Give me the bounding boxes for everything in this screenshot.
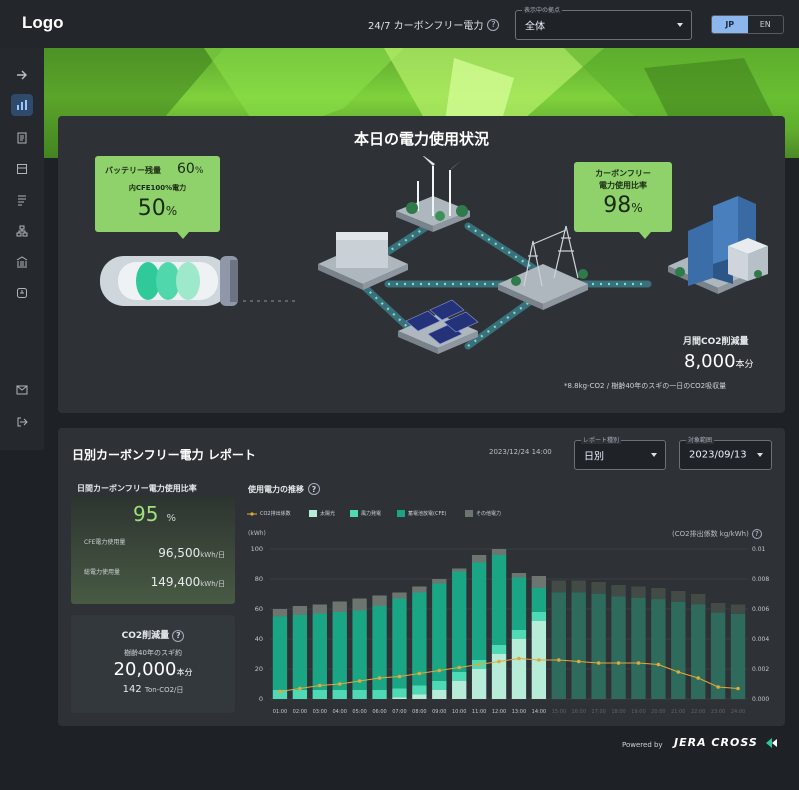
logo[interactable]: Logo: [22, 13, 64, 33]
date-range-select[interactable]: 対象範囲 2023/09/13: [679, 440, 772, 470]
daily-report-panel: 日別カーボンフリー電力 レポート 2023/12/24 14:00 レポート種別…: [58, 428, 785, 726]
powered-by: Powered by: [622, 741, 663, 749]
cfe-link-label: 24/7 カーボンフリー電力: [368, 17, 483, 32]
right-axis-label: (CO2排出係数 kg/kWh): [672, 529, 749, 539]
logout-icon[interactable]: [11, 411, 33, 433]
report-timestamp: 2023/12/24 14:00: [489, 448, 552, 456]
monthly-co2-note: *8.8kg-CO2 / 樹齢40年のスギの一日のCO2吸収量: [564, 381, 726, 391]
lang-jp-button[interactable]: JP: [712, 16, 748, 33]
help-icon[interactable]: ?: [172, 630, 184, 642]
document-icon[interactable]: [11, 127, 33, 149]
total-usage-value: 149,400kWh/日: [151, 575, 225, 589]
date-range-legend: 対象範囲: [686, 435, 714, 444]
arrow-right-icon[interactable]: [11, 64, 33, 86]
help-icon[interactable]: ?: [308, 483, 320, 495]
chart-heading: 使用電力の推移 ?: [248, 483, 320, 495]
list-icon[interactable]: [11, 189, 33, 211]
bar-chart-icon[interactable]: [11, 94, 33, 116]
cfe-usage-label: CFE電力使用量: [84, 537, 125, 546]
viewpoint-legend: 表示中の拠点: [522, 5, 562, 14]
cfe-usage-value: 96,500kWh/日: [158, 546, 225, 560]
daily-ratio-card: 95% CFE電力使用量 96,500kWh/日 総電力使用量 149,400k…: [71, 496, 235, 604]
status-title: 本日の電力使用状況: [58, 128, 785, 149]
legend-co2: CO2排出係数: [247, 510, 291, 517]
chevron-down-icon: [651, 453, 657, 457]
chevron-down-icon: [677, 23, 683, 27]
report-type-value: 日別: [584, 448, 604, 463]
co2-label: CO2削減量: [122, 631, 170, 641]
sidebar: [0, 48, 44, 450]
chevron-down-icon: [757, 453, 763, 457]
co2-tons: 142 Ton-CO2/日: [71, 684, 235, 695]
report-type-legend: レポート種別: [581, 435, 621, 444]
co2-reduction-card: CO2削減量 ? 樹齢40年のスギ約 20,000本分 142 Ton-CO2/…: [71, 615, 235, 713]
monthly-co2-value: 8,000本分: [684, 351, 754, 372]
legend-solar: 太陽光: [309, 510, 335, 517]
mail-icon[interactable]: [11, 379, 33, 401]
legend-wind: 風力発電: [350, 510, 381, 517]
report-icon[interactable]: [11, 158, 33, 180]
viewpoint-select[interactable]: 表示中の拠点 全体: [515, 10, 692, 40]
daily-ratio-label: 日間カーボンフリー電力使用比率: [77, 483, 197, 494]
cfe-info-link[interactable]: 24/7 カーボンフリー電力 ?: [368, 17, 499, 32]
co2-sub: 樹齢40年のスギ約: [71, 648, 235, 658]
energy-flow-illustration: [88, 156, 768, 376]
legend-other: その他電力: [465, 510, 501, 517]
language-toggle: JP EN: [711, 15, 784, 34]
right-axis-label-row: (CO2排出係数 kg/kWh)?: [672, 529, 762, 539]
top-bar: Logo 24/7 カーボンフリー電力 ? 表示中の拠点 全体 JP EN: [0, 0, 799, 48]
total-usage-label: 総電力使用量: [84, 567, 120, 576]
building-icon[interactable]: [11, 251, 33, 273]
legend-storage: 蓄電池放電(CFE): [397, 510, 446, 517]
plug-icon[interactable]: [11, 282, 33, 304]
report-title: 日別カーボンフリー電力 レポート: [72, 446, 256, 463]
chart-heading-text: 使用電力の推移: [248, 484, 304, 495]
battery-illustration: [100, 256, 238, 306]
power-status-panel: 本日の電力使用状況 バッテリー残量 60% 内CFE100%電力 50% カーボ…: [58, 116, 785, 413]
monthly-co2-label: 月間CO2削減量: [683, 334, 749, 347]
date-range-value: 2023/09/13: [689, 450, 747, 461]
co2-value: 20,000本分: [71, 659, 235, 680]
daily-ratio-value: 95%: [133, 502, 176, 526]
left-axis-label: (kWh): [248, 530, 266, 537]
help-icon[interactable]: ?: [487, 19, 499, 31]
viewpoint-value: 全体: [525, 18, 545, 33]
brand-logo: JERA CROSS: [674, 736, 758, 749]
report-type-select[interactable]: レポート種別 日別: [574, 440, 666, 470]
brand-mark-icon: [764, 737, 778, 749]
lang-en-button[interactable]: EN: [748, 16, 784, 33]
org-icon[interactable]: [11, 220, 33, 242]
help-icon[interactable]: ?: [752, 529, 762, 539]
co2-label-row: CO2削減量 ?: [71, 628, 235, 642]
